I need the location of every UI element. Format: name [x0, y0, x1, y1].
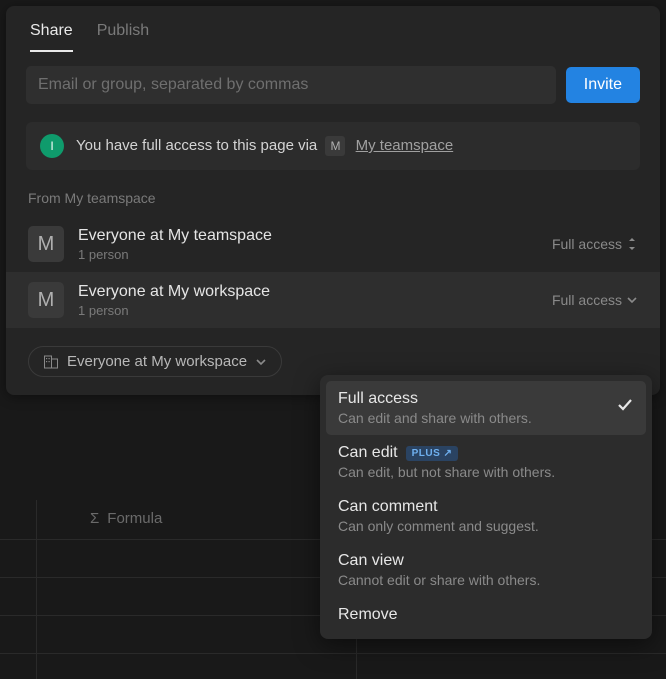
- tab-publish[interactable]: Publish: [97, 22, 149, 52]
- chevron-down-icon: [255, 356, 267, 368]
- chevron-down-icon: [626, 294, 638, 306]
- scope-selector[interactable]: Everyone at My workspace: [28, 346, 282, 377]
- share-subtitle: 1 person: [78, 247, 538, 262]
- dropdown-sub: Can edit, but not share with others.: [338, 464, 634, 480]
- tabs: Share Publish: [6, 6, 660, 52]
- dropdown-item-can-comment[interactable]: Can comment Can only comment and suggest…: [326, 489, 646, 543]
- access-dropdown: Full access Can edit and share with othe…: [320, 375, 652, 639]
- plus-badge: PLUS ↗: [406, 446, 459, 461]
- invite-row: Invite: [6, 52, 660, 116]
- avatar: I: [40, 134, 64, 158]
- share-title: Everyone at My teamspace: [78, 227, 538, 245]
- teamspace-link[interactable]: My teamspace: [356, 137, 454, 154]
- sort-icon: [626, 237, 638, 251]
- share-title: Everyone at My workspace: [78, 283, 538, 301]
- dropdown-title: Can comment: [338, 498, 634, 516]
- sigma-icon: Σ: [90, 510, 99, 527]
- dropdown-item-full-access[interactable]: Full access Can edit and share with othe…: [326, 381, 646, 435]
- dropdown-sub: Can edit and share with others.: [338, 410, 616, 426]
- share-subtitle: 1 person: [78, 303, 538, 318]
- table-divider: [36, 500, 37, 679]
- banner-text: You have full access to this page via: [76, 137, 317, 154]
- dropdown-title: Full access: [338, 390, 616, 408]
- section-header: From My teamspace: [6, 182, 660, 216]
- dropdown-title: Can view: [338, 552, 634, 570]
- dropdown-item-can-view[interactable]: Can view Cannot edit or share with other…: [326, 543, 646, 597]
- building-icon: [43, 354, 59, 370]
- access-selector[interactable]: Full access: [552, 292, 638, 308]
- email-input[interactable]: [26, 66, 556, 104]
- check-icon: [616, 396, 634, 414]
- tab-share[interactable]: Share: [30, 22, 73, 52]
- share-panel: Share Publish Invite I You have full acc…: [6, 6, 660, 395]
- share-row-teamspace: M Everyone at My teamspace 1 person Full…: [6, 216, 660, 272]
- dropdown-sub: Cannot edit or share with others.: [338, 572, 634, 588]
- column-label: Formula: [107, 510, 162, 527]
- teamspace-badge: M: [325, 136, 345, 156]
- avatar: M: [28, 226, 64, 262]
- dropdown-title: Can edit: [338, 444, 398, 462]
- access-label: Full access: [552, 292, 622, 308]
- dropdown-title: Remove: [338, 606, 634, 624]
- dropdown-item-can-edit[interactable]: Can edit PLUS ↗ Can edit, but not share …: [326, 435, 646, 489]
- access-banner: I You have full access to this page via …: [26, 122, 640, 170]
- access-label: Full access: [552, 236, 622, 252]
- share-info: Everyone at My teamspace 1 person: [78, 227, 538, 262]
- share-info: Everyone at My workspace 1 person: [78, 283, 538, 318]
- dropdown-sub: Can only comment and suggest.: [338, 518, 634, 534]
- scope-label: Everyone at My workspace: [67, 353, 247, 370]
- dropdown-item-remove[interactable]: Remove: [326, 597, 646, 633]
- banner-text-wrap: You have full access to this page via M …: [76, 136, 453, 156]
- access-selector[interactable]: Full access: [552, 236, 638, 252]
- share-row-workspace: M Everyone at My workspace 1 person Full…: [6, 272, 660, 328]
- invite-button[interactable]: Invite: [566, 67, 640, 103]
- avatar: M: [28, 282, 64, 318]
